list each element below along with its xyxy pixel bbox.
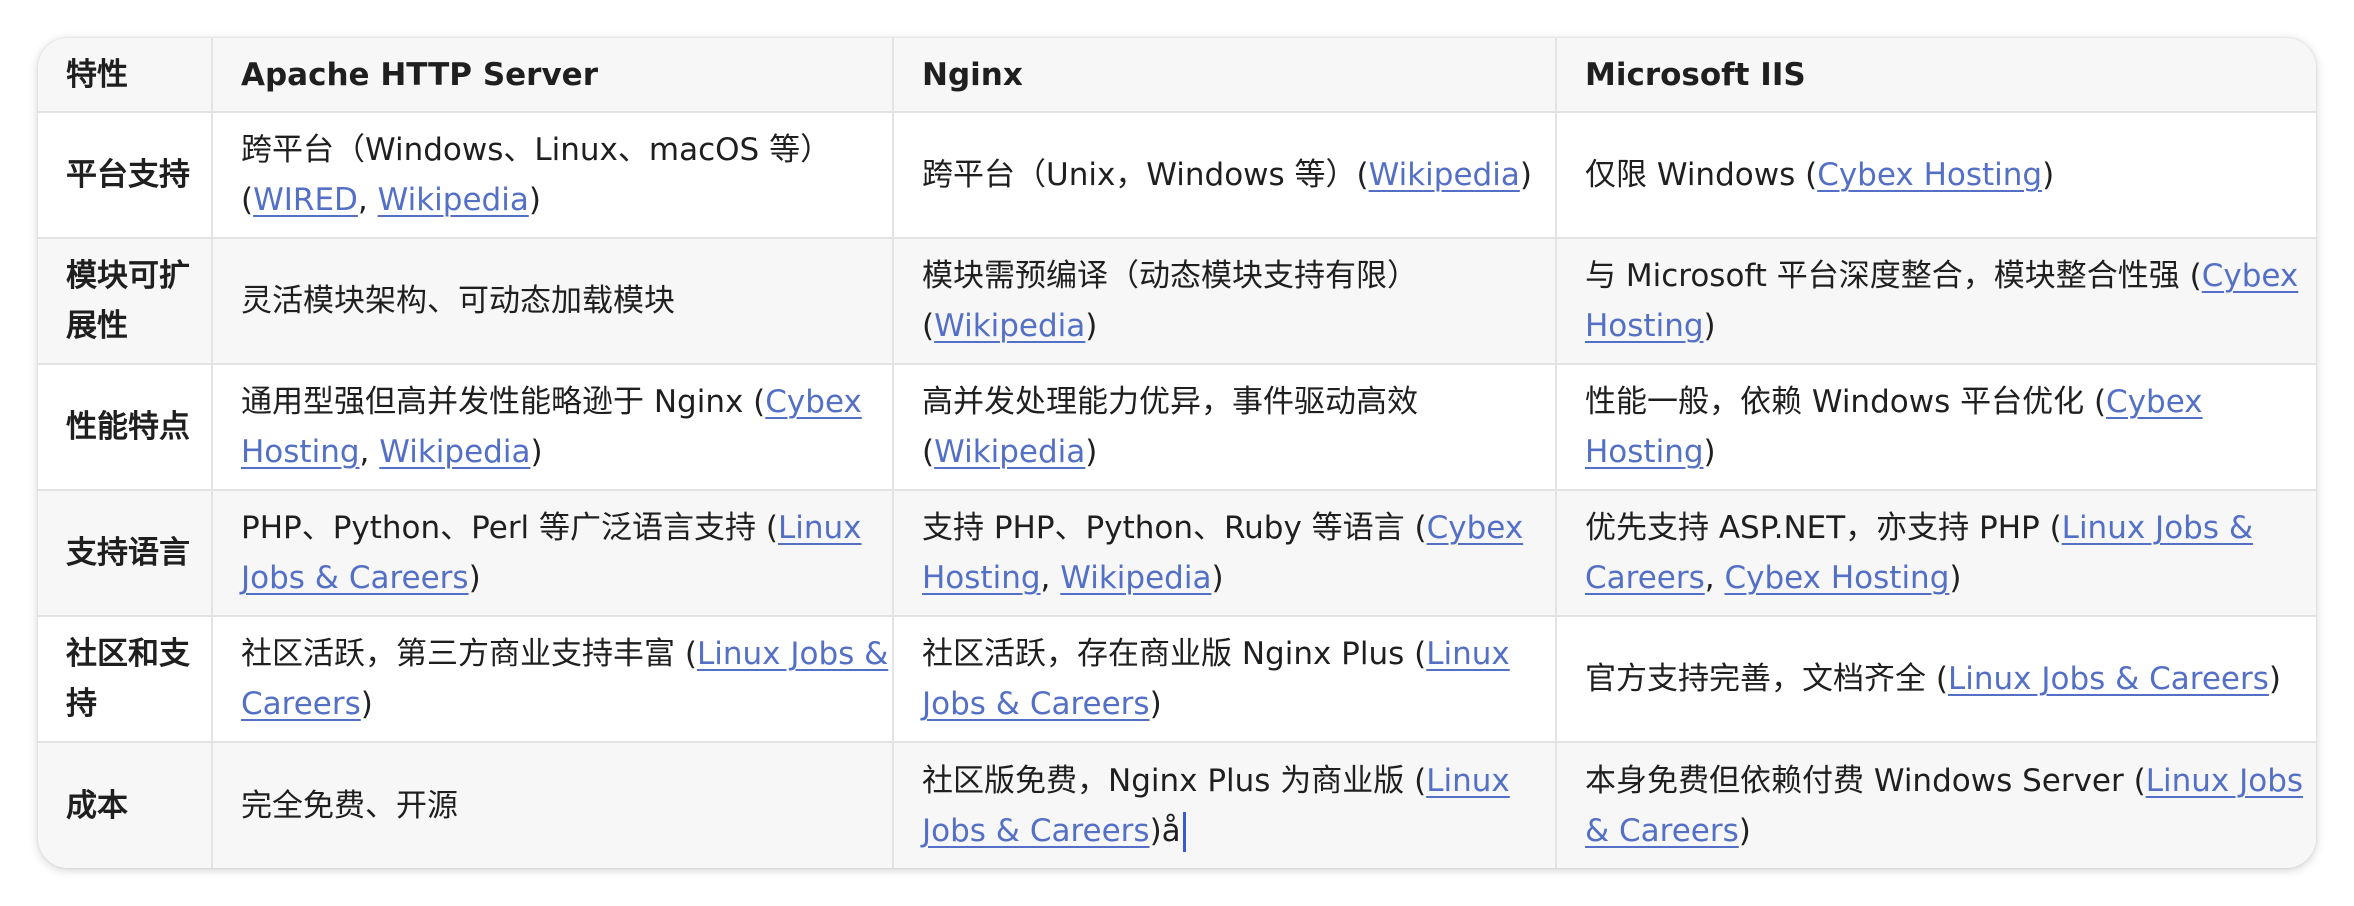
citation-link[interactable]: Wikipedia [1369,157,1520,193]
apache-cell: 完全免费、开源 [212,742,894,868]
apache-cell: PHP、Python、Perl 等广泛语言支持 (Linux Jobs & Ca… [212,490,894,617]
comparison-table: 特性 Apache HTTP Server Nginx Microsoft II… [38,38,2316,868]
header-nginx: Nginx [893,38,1557,113]
table-row: 性能特点 通用型强但高并发性能略逊于 Nginx (Cybex Hosting, … [38,364,2316,491]
iis-cell: 仅限 Windows (Cybex Hosting) [1556,112,2316,239]
cell-text: 官方支持完善，文档齐全 ( [1585,661,1948,697]
nginx-cell: 社区版免费，Nginx Plus 为商业版 (Linux Jobs & Care… [893,742,1557,868]
cell-text: ) [1519,157,1532,193]
cell-text: 社区版免费，Nginx Plus 为商业版 ( [922,762,1427,799]
cell-text: ) [528,182,541,218]
apache-cell: 社区活跃，第三方商业支持丰富 (Linux Jobs & Careers) [212,616,894,743]
apache-cell: 灵活模块架构、可动态加载模块 [212,238,894,365]
header-feature: 特性 [38,38,213,113]
cell-text: )å [1149,812,1181,849]
cell-text: ) [2268,661,2282,697]
text-cursor [1182,812,1186,852]
feature-cell: 平台支持 [38,112,213,239]
table-header-row: 特性 Apache HTTP Server Nginx Microsoft II… [38,38,2316,113]
cell-text: ) [1949,560,1962,596]
cell-text: 本身免费但依赖付费 Windows Server ( [1585,762,2146,799]
citation-link[interactable]: Wikipedia [934,434,1085,470]
cell-text: 支持 PHP、Python、Ruby 等语言 ( [922,510,1427,546]
cell-text: 优先支持 ASP.NET，亦支持 PHP ( [1585,510,2062,546]
cell-text: PHP、Python、Perl 等广泛语言支持 ( [241,510,778,546]
cell-text: 灵活模块架构、可动态加载模块 [241,283,675,319]
cell-text: , [357,182,378,218]
iis-cell: 与 Microsoft 平台深度整合，模块整合性强 (Cybex Hosting… [1556,238,2316,365]
cell-text: ) [1703,308,1716,344]
nginx-cell: 高并发处理能力优异，事件驱动高效 (Wikipedia) [893,364,1557,491]
cell-text: ) [1703,434,1716,470]
header-iis: Microsoft IIS [1556,38,2316,113]
citation-link[interactable]: Wikipedia [378,182,529,218]
iis-cell: 性能一般，依赖 Windows 平台优化 (Cybex Hosting) [1556,364,2316,491]
cell-text: ) [1085,434,1098,470]
nginx-cell: 社区活跃，存在商业版 Nginx Plus (Linux Jobs & Care… [893,616,1557,743]
iis-cell: 官方支持完善，文档齐全 (Linux Jobs & Careers) [1556,616,2316,743]
feature-cell: 成本 [38,742,213,868]
nginx-cell: 模块需预编译（动态模块支持有限）(Wikipedia) [893,238,1557,365]
comparison-table-card: 特性 Apache HTTP Server Nginx Microsoft II… [38,38,2316,868]
cell-text: ) [468,560,481,596]
feature-cell: 性能特点 [38,364,213,491]
cell-text: 社区活跃，第三方商业支持丰富 ( [241,636,697,672]
citation-link[interactable]: Cybex Hosting [1724,560,1949,596]
cell-text: 跨平台（Unix，Windows 等）( [922,157,1369,193]
cell-text: 完全免费、开源 [241,787,458,824]
cell-text: 通用型强但高并发性能略逊于 Nginx ( [241,384,766,420]
nginx-cell: 支持 PHP、Python、Ruby 等语言 (Cybex Hosting, W… [893,490,1557,617]
cell-text: 仅限 Windows ( [1585,157,1818,193]
feature-cell: 模块可扩展性 [38,238,213,365]
table-row: 成本 完全免费、开源 社区版免费，Nginx Plus 为商业版 (Linux Jo… [38,742,2316,868]
apache-cell: 通用型强但高并发性能略逊于 Nginx (Cybex Hosting, Wiki… [212,364,894,491]
table-row: 社区和支持 社区活跃，第三方商业支持丰富 (Linux Jobs & Career… [38,616,2316,743]
cell-text: , [1040,560,1061,596]
iis-cell: 优先支持 ASP.NET，亦支持 PHP (Linux Jobs & Caree… [1556,490,2316,617]
cell-text: ) [1211,560,1224,596]
cell-text: ) [1738,812,1751,849]
header-apache: Apache HTTP Server [212,38,894,113]
cell-text: , [359,434,380,470]
cell-text: ) [1149,686,1162,722]
feature-cell: 支持语言 [38,490,213,617]
cell-text: ) [2042,157,2055,193]
citation-link[interactable]: Wikipedia [379,434,530,470]
iis-cell: 本身免费但依赖付费 Windows Server (Linux Jobs & C… [1556,742,2316,868]
citation-link[interactable]: Linux Jobs & Careers [1948,661,2269,697]
table-row: 支持语言 PHP、Python、Perl 等广泛语言支持 (Linux Jobs … [38,490,2316,617]
cell-text: 社区活跃，存在商业版 Nginx Plus ( [922,636,1427,672]
citation-link[interactable]: Wikipedia [934,308,1085,344]
apache-cell: 跨平台（Windows、Linux、macOS 等）(WIRED, Wikipe… [212,112,894,239]
cell-text: , [1704,560,1725,596]
citation-link[interactable]: WIRED [253,182,358,218]
citation-link[interactable]: Cybex Hosting [1817,157,2042,193]
cell-text: 与 Microsoft 平台深度整合，模块整合性强 ( [1585,258,2202,294]
citation-link[interactable]: Wikipedia [1060,560,1211,596]
cell-text: 性能一般，依赖 Windows 平台优化 ( [1585,384,2107,420]
cell-text: ) [530,434,543,470]
table-body: 平台支持 跨平台（Windows、Linux、macOS 等）(WIRED, Wi… [38,112,2316,868]
table-row: 模块可扩展性 灵活模块架构、可动态加载模块 模块需预编译（动态模块支持有限）(Wik… [38,238,2316,365]
table-row: 平台支持 跨平台（Windows、Linux、macOS 等）(WIRED, Wi… [38,112,2316,239]
feature-cell: 社区和支持 [38,616,213,743]
nginx-cell: 跨平台（Unix，Windows 等）(Wikipedia) [893,112,1557,239]
cell-text: ) [360,686,373,722]
cell-text: ) [1085,308,1098,344]
